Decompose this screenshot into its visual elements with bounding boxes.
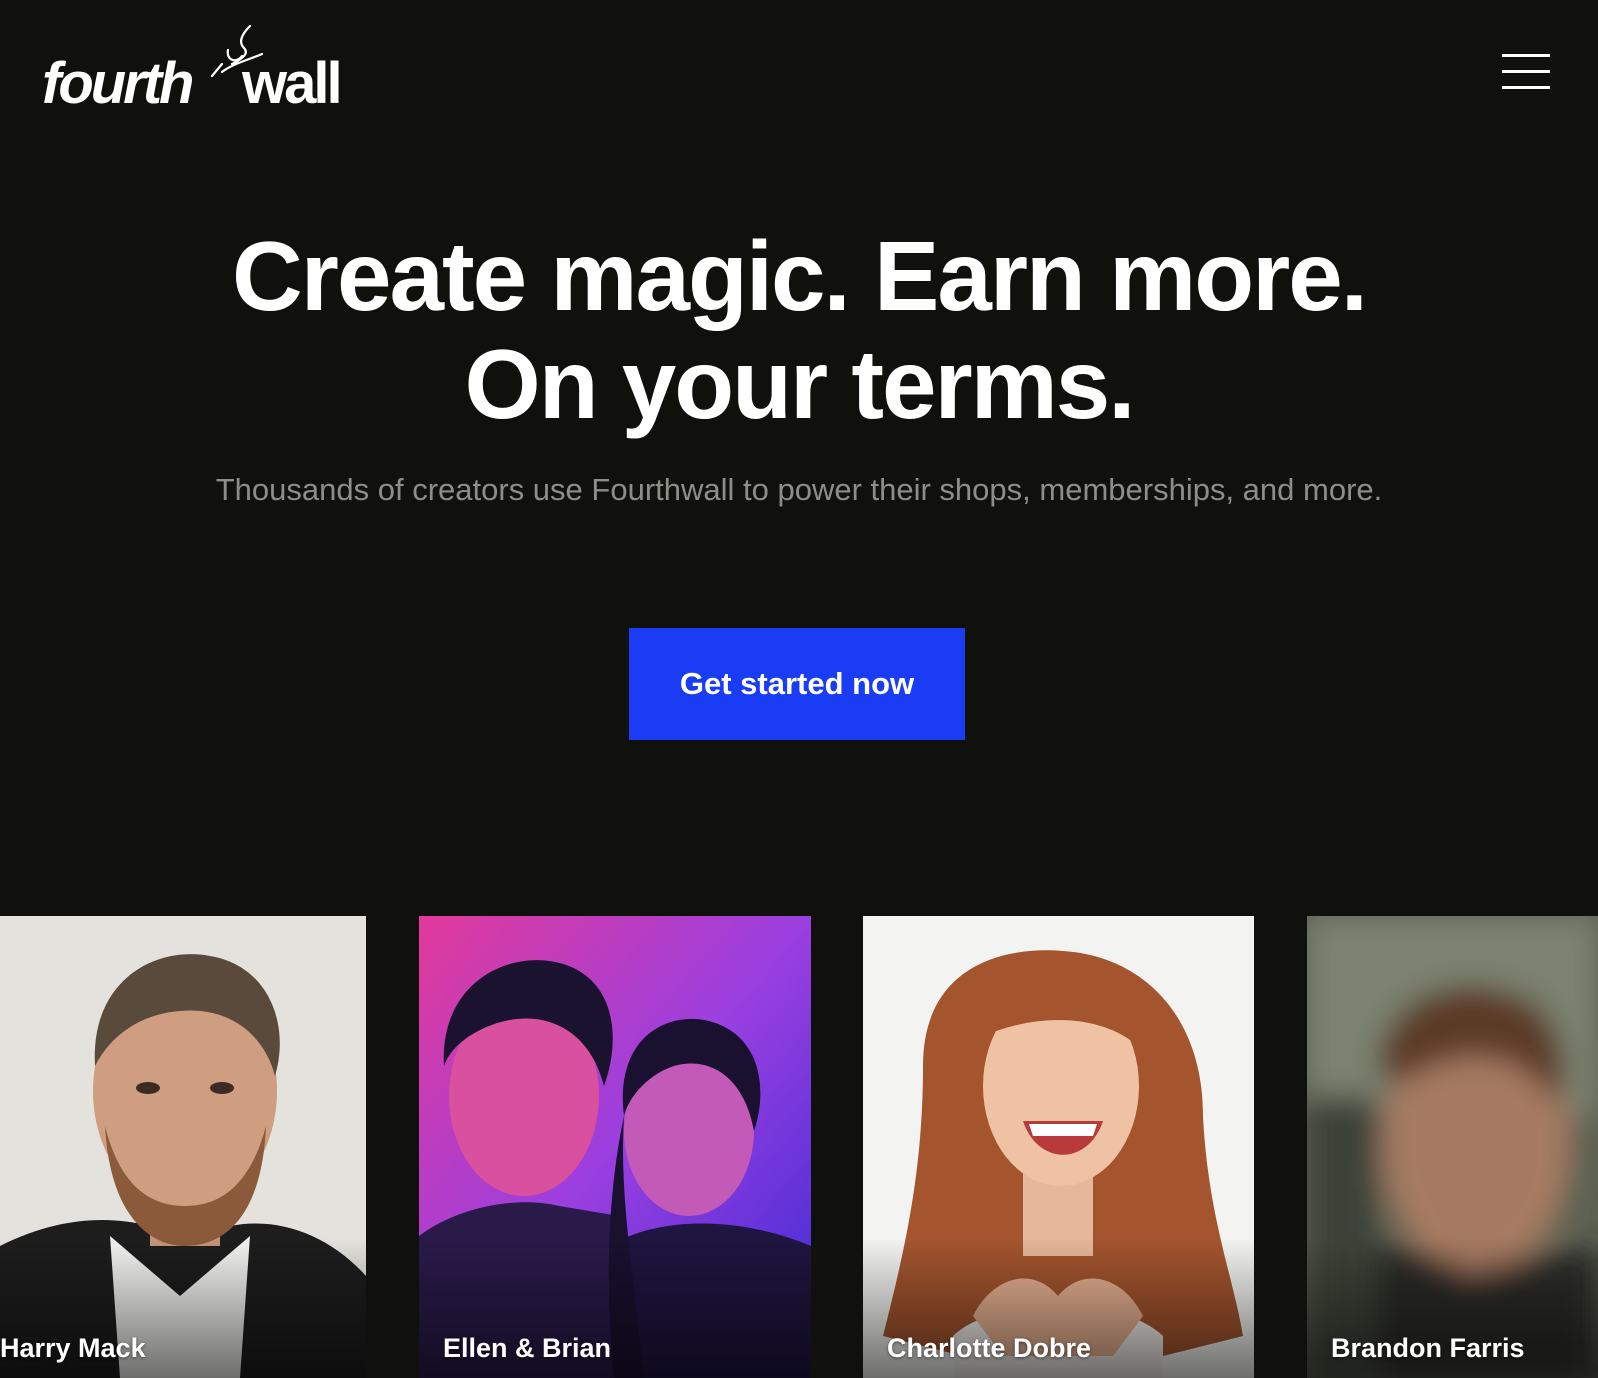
creator-card-harry-mack[interactable]: Harry Mack (0, 916, 366, 1378)
logo-word-wall: wall (242, 51, 343, 116)
logo-word-fourth: fourth (42, 51, 194, 116)
creator-card-charlotte-dobre[interactable]: Charlotte Dobre (863, 916, 1254, 1378)
creator-name: Harry Mack (0, 1333, 146, 1363)
fourthwall-logo[interactable]: fourth wall (42, 20, 352, 114)
creator-name: Charlotte Dobre (887, 1333, 1092, 1363)
creator-card-brandon-farris[interactable]: Brandon Farris (1307, 916, 1598, 1378)
site-header: fourth wall (0, 0, 1598, 160)
hero-title: Create magic. Earn more. On your terms. (232, 221, 1368, 439)
get-started-button[interactable]: Get started now (629, 628, 965, 740)
creator-carousel: Harry Mack Ellen & Brian Charlotte Dobre… (0, 916, 1598, 1378)
menu-bar-top (1502, 54, 1550, 57)
menu-bar-bottom (1502, 86, 1550, 89)
hero-subtitle: Thousands of creators use Fourthwall to … (215, 472, 1383, 507)
hamburger-menu-icon[interactable] (1494, 48, 1554, 98)
creator-card-ellen-brian[interactable]: Ellen & Brian (419, 916, 811, 1378)
menu-bar-middle (1502, 70, 1550, 73)
creator-name: Brandon Farris (1331, 1333, 1525, 1363)
creator-name: Ellen & Brian (443, 1333, 612, 1363)
